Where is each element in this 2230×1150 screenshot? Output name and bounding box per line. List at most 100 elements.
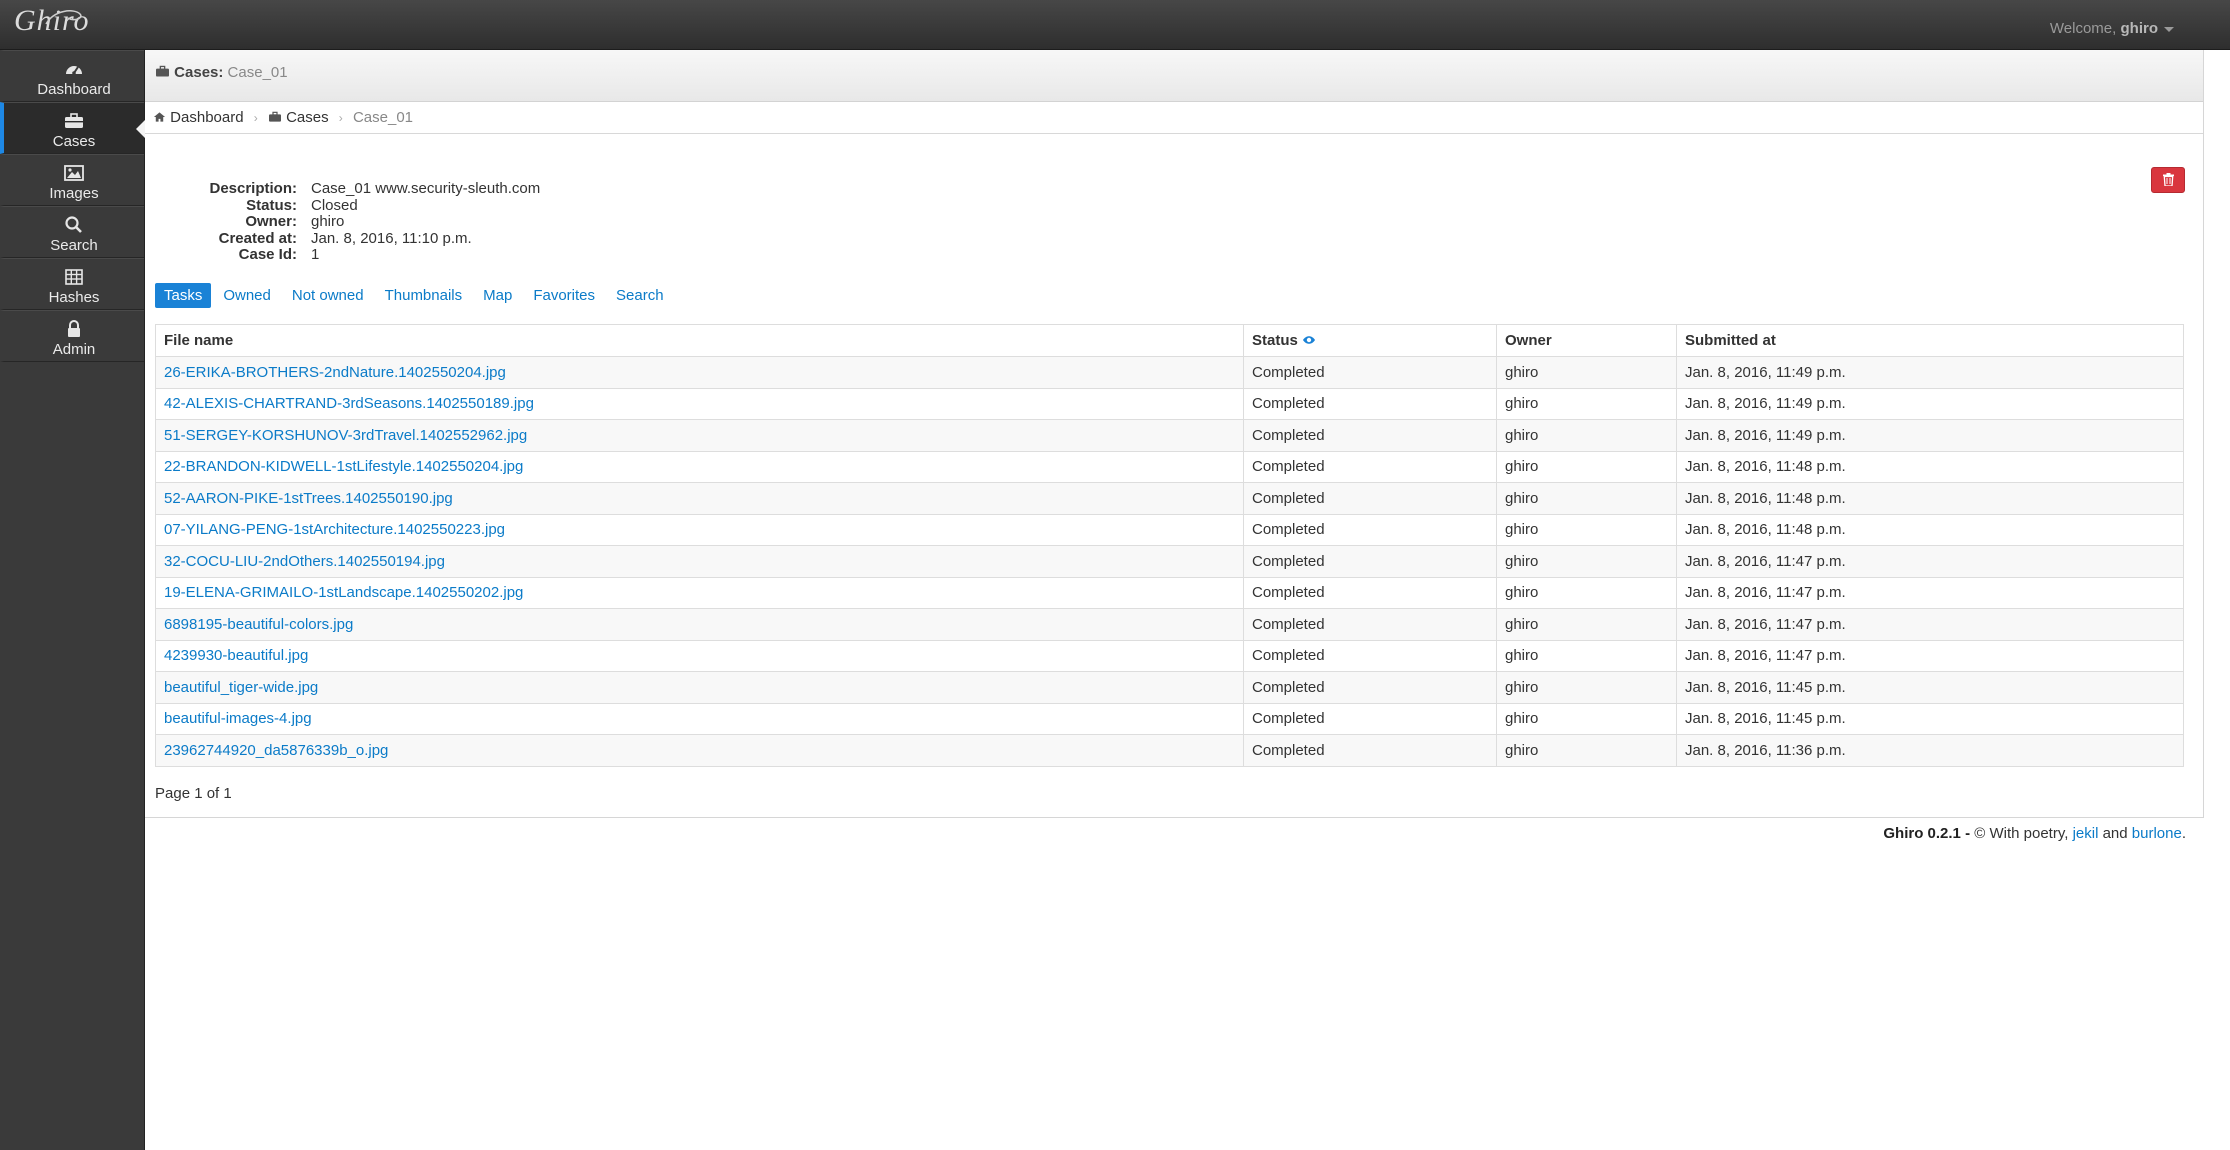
status-cell: Completed	[1243, 639, 1497, 672]
chevron-down-icon	[2164, 26, 2174, 32]
breadcrumb-dashboard-link[interactable]: Dashboard	[170, 109, 243, 126]
search-icon	[4, 216, 144, 234]
owner-cell: ghiro	[1496, 734, 1677, 767]
table-row: 42-ALEXIS-CHARTRAND-3rdSeasons.140255018…	[155, 387, 2184, 420]
table-cell: 32-COCU-LIU-2ndOthers.1402550194.jpg	[155, 545, 1244, 578]
owner-cell: ghiro	[1496, 671, 1677, 704]
owner-cell: ghiro	[1496, 482, 1677, 515]
tab-not-owned[interactable]: Not owned	[283, 283, 373, 308]
table-cell: 6898195-beautiful-colors.jpg	[155, 608, 1244, 641]
footer: Ghiro 0.2.1 - © With poetry, jekil and b…	[1883, 825, 2186, 842]
briefcase-icon	[268, 111, 281, 122]
top-navbar: Ghiro Welcome, ghiro	[0, 0, 2230, 50]
file-name-link[interactable]: 07-YILANG-PENG-1stArchitecture.140255022…	[164, 521, 505, 538]
owner-cell: ghiro	[1496, 387, 1677, 420]
owner-cell: ghiro	[1496, 513, 1677, 546]
owner-cell: ghiro	[1496, 545, 1677, 578]
column-header-owner[interactable]: Owner	[1496, 324, 1677, 357]
status-cell: Completed	[1243, 671, 1497, 704]
tab-thumbnails[interactable]: Thumbnails	[376, 283, 472, 308]
footer-end: .	[2181, 825, 2186, 842]
file-name-link[interactable]: 23962744920_da5876339b_o.jpg	[164, 742, 388, 759]
owner-cell: ghiro	[1496, 576, 1677, 609]
footer-author-jekil-link[interactable]: jekil	[2073, 825, 2099, 842]
sidebar-item-dashboard[interactable]: Dashboard	[0, 50, 144, 102]
file-name-link[interactable]: 4239930-beautiful.jpg	[164, 647, 308, 664]
column-header-submitted-at[interactable]: Submitted at	[1676, 324, 2184, 357]
image-icon	[4, 164, 144, 182]
lock-icon	[4, 320, 144, 338]
breadcrumb: Dashboard › Cases › Case_01	[145, 102, 2203, 134]
footer-text: © With poetry,	[1974, 825, 2069, 842]
tab-search[interactable]: Search	[607, 283, 673, 308]
table-cell: 4239930-beautiful.jpg	[155, 639, 1244, 672]
tab-favorites[interactable]: Favorites	[524, 283, 604, 308]
file-name-link[interactable]: 51-SERGEY-KORSHUNOV-3rdTravel.1402552962…	[164, 427, 527, 444]
tab-tasks[interactable]: Tasks	[155, 283, 212, 308]
sidebar-item-search[interactable]: Search	[0, 206, 144, 258]
sidebar-item-label: Search	[50, 237, 98, 254]
case-tabs: Tasks Owned Not owned Thumbnails Map Fav…	[155, 283, 676, 308]
submitted-at-cell: Jan. 8, 2016, 11:49 p.m.	[1676, 419, 2184, 452]
sidebar-item-cases[interactable]: Cases	[0, 102, 145, 154]
sidebar-item-label: Cases	[52, 133, 96, 150]
sidebar-item-label: Images	[49, 185, 99, 202]
table-row: beautiful_tiger-wide.jpg Completed ghiro Ja…	[155, 671, 2184, 704]
table-cell: 22-BRANDON-KIDWELL-1stLifestyle.14025502…	[155, 450, 1244, 483]
case-id-value: 1	[311, 246, 320, 263]
table-row: beautiful-images-4.jpg Completed ghiro Jan.…	[155, 702, 2184, 735]
table-header-row: File name Status Owner Submitted at	[155, 324, 2184, 357]
file-name-link[interactable]: 32-COCU-LIU-2ndOthers.1402550194.jpg	[164, 553, 445, 570]
pagination-info: Page 1 of 1	[155, 785, 232, 802]
trash-icon	[2163, 173, 2174, 186]
file-name-link[interactable]: 19-ELENA-GRIMAILO-1stLandscape.140255020…	[164, 584, 523, 601]
owner-cell: ghiro	[1496, 639, 1677, 672]
submitted-at-cell: Jan. 8, 2016, 11:45 p.m.	[1676, 671, 2184, 704]
delete-case-button[interactable]	[2151, 167, 2185, 193]
table-row: 51-SERGEY-KORSHUNOV-3rdTravel.1402552962…	[155, 419, 2184, 452]
case-details: Description: Case_01 www.security-sleuth.…	[177, 180, 540, 264]
file-name-link[interactable]: 22-BRANDON-KIDWELL-1stLifestyle.14025502…	[164, 458, 523, 475]
tasks-table: File name Status Owner Submitted at 26-E…	[155, 324, 2184, 767]
submitted-at-cell: Jan. 8, 2016, 11:49 p.m.	[1676, 356, 2184, 389]
page-title-section: Cases:	[174, 64, 224, 81]
footer-and: and	[2102, 825, 2128, 842]
breadcrumb-cases-link[interactable]: Cases	[286, 109, 329, 126]
column-header-status-label: Status	[1252, 332, 1298, 349]
sidebar-item-images[interactable]: Images	[0, 154, 144, 206]
status-value: Closed	[311, 196, 358, 214]
status-cell: Completed	[1243, 608, 1497, 641]
tab-map[interactable]: Map	[474, 283, 521, 308]
main-content: Cases: Case_01 Dashboard › Cases › Case_…	[145, 50, 2204, 818]
sidebar-item-admin[interactable]: Admin	[0, 310, 144, 362]
owner-cell: ghiro	[1496, 450, 1677, 483]
file-name-link[interactable]: 42-ALEXIS-CHARTRAND-3rdSeasons.140255018…	[164, 395, 534, 412]
sidebar-item-hashes[interactable]: Hashes	[0, 258, 144, 310]
file-name-link[interactable]: 6898195-beautiful-colors.jpg	[164, 616, 353, 633]
created-value: Jan. 8, 2016, 11:10 p.m.	[311, 229, 472, 247]
table-row: 23962744920_da5876339b_o.jpg Completed ghi…	[155, 734, 2184, 767]
footer-author-burlone-link[interactable]: burlone	[2132, 825, 2182, 842]
file-name-link[interactable]: beautiful_tiger-wide.jpg	[164, 679, 318, 696]
submitted-at-cell: Jan. 8, 2016, 11:47 p.m.	[1676, 576, 2184, 609]
file-name-link[interactable]: 26-ERIKA-BROTHERS-2ndNature.1402550204.j…	[164, 364, 506, 381]
table-row: 32-COCU-LIU-2ndOthers.1402550194.jpg Comp…	[155, 545, 2184, 578]
tab-owned[interactable]: Owned	[214, 283, 280, 308]
submitted-at-cell: Jan. 8, 2016, 11:47 p.m.	[1676, 608, 2184, 641]
column-header-status[interactable]: Status	[1243, 324, 1497, 357]
eye-icon[interactable]	[1302, 335, 1316, 345]
file-name-link[interactable]: beautiful-images-4.jpg	[164, 710, 312, 727]
status-cell: Completed	[1243, 513, 1497, 546]
table-row: 52-AARON-PIKE-1stTrees.1402550190.jpg Com…	[155, 482, 2184, 515]
table-row: 19-ELENA-GRIMAILO-1stLandscape.140255020…	[155, 576, 2184, 609]
table-row: 6898195-beautiful-colors.jpg Completed ghi…	[155, 608, 2184, 641]
table-cell: 07-YILANG-PENG-1stArchitecture.140255022…	[155, 513, 1244, 546]
column-header-file-name[interactable]: File name	[155, 324, 1244, 357]
sidebar: Dashboard Cases Images Search Hashes Adm…	[0, 50, 145, 1150]
user-menu[interactable]: Welcome, ghiro	[2050, 20, 2174, 37]
sidebar-item-label: Dashboard	[37, 81, 111, 98]
file-name-link[interactable]: 52-AARON-PIKE-1stTrees.1402550190.jpg	[164, 490, 453, 507]
page-title: Cases: Case_01	[145, 50, 2203, 102]
status-cell: Completed	[1243, 576, 1497, 609]
sidebar-item-label: Hashes	[48, 289, 100, 306]
